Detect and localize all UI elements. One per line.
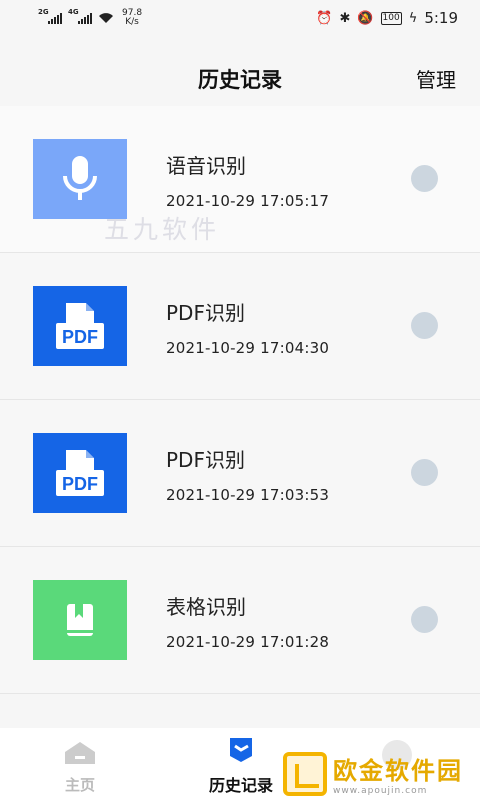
signal-icon: 2G xyxy=(38,8,62,24)
manage-button[interactable]: 管理 xyxy=(416,64,456,93)
nav-history-label: 历史记录 xyxy=(208,776,273,795)
status-bar: 2G 4G 97.8 K/s ⏰ ✱ 🔕 100 ϟ 5:19 xyxy=(0,0,480,36)
table-thumbnail xyxy=(33,580,127,660)
item-timestamp: 2021-10-29 17:05:17 xyxy=(166,192,330,210)
logo-mark-icon xyxy=(283,751,327,796)
logo-url: www.apoujin.com xyxy=(333,786,428,796)
wifi-icon xyxy=(99,13,113,23)
network-speed: 97.8 K/s xyxy=(122,8,143,27)
item-timestamp: 2021-10-29 17:04:30 xyxy=(166,339,330,357)
nav-home[interactable]: 主页 xyxy=(50,740,110,795)
microphone-icon xyxy=(63,156,97,200)
list-item[interactable]: PDF PDF识别 2021-10-29 17:04:30 xyxy=(0,253,480,400)
svg-text:PDF: PDF xyxy=(62,474,98,494)
pdf-file-icon: PDF xyxy=(56,303,104,349)
charging-icon: ϟ xyxy=(408,10,418,26)
item-timestamp: 2021-10-29 17:03:53 xyxy=(166,486,330,504)
alarm-icon: ⏰ xyxy=(316,10,333,26)
watermark: 五九软件 xyxy=(104,215,221,244)
select-radio[interactable] xyxy=(411,606,438,633)
battery-icon: 100 xyxy=(380,11,402,25)
pdf-file-icon: PDF xyxy=(56,450,104,496)
history-icon xyxy=(230,738,252,762)
home-icon xyxy=(65,742,95,764)
item-timestamp: 2021-10-29 17:01:28 xyxy=(166,633,330,651)
item-title: PDF识别 xyxy=(166,301,245,325)
select-radio[interactable] xyxy=(411,312,438,339)
pdf-thumbnail: PDF xyxy=(33,433,127,513)
pdf-thumbnail: PDF xyxy=(33,286,127,366)
select-radio[interactable] xyxy=(411,165,438,192)
nav-history[interactable]: 历史记录 xyxy=(196,736,286,796)
signal-icon: 4G xyxy=(68,8,92,24)
site-logo: 欧金软件园 www.apoujin.com xyxy=(283,749,478,798)
item-title: 语音识别 xyxy=(166,154,246,178)
svg-text:PDF: PDF xyxy=(62,327,98,347)
mute-icon: 🔕 xyxy=(357,10,374,26)
header: 历史记录 管理 xyxy=(0,56,480,100)
list-item[interactable]: 语音识别 2021-10-29 17:05:17 xyxy=(0,106,480,253)
list-item[interactable]: 表格识别 2021-10-29 17:01:28 xyxy=(0,547,480,694)
voice-thumbnail xyxy=(33,139,127,219)
history-list: 语音识别 2021-10-29 17:05:17 PDF PDF识别 2021-… xyxy=(0,106,480,694)
network-type-1: 2G xyxy=(38,8,49,16)
logo-name: 欧金软件园 xyxy=(333,757,463,785)
item-title: 表格识别 xyxy=(166,595,246,619)
network-type-2: 4G xyxy=(68,8,79,16)
list-item[interactable]: PDF PDF识别 2021-10-29 17:03:53 xyxy=(0,400,480,547)
nav-home-label: 主页 xyxy=(64,776,95,794)
item-title: PDF识别 xyxy=(166,448,245,472)
bookmark-book-icon xyxy=(67,604,93,636)
clock: 5:19 xyxy=(424,9,458,27)
page-title: 历史记录 xyxy=(198,68,282,92)
bluetooth-icon: ✱ xyxy=(339,10,351,26)
select-radio[interactable] xyxy=(411,459,438,486)
